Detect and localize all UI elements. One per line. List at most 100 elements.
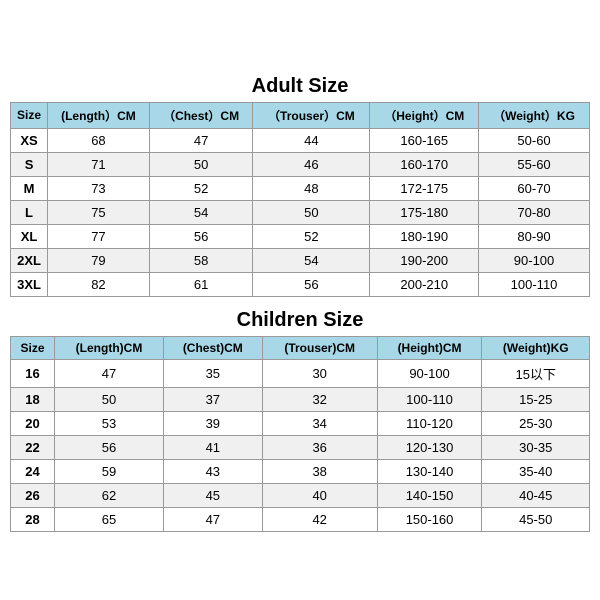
children-table-cell: 32 [262, 387, 377, 411]
children-header-cell: Size [11, 336, 55, 359]
children-table-cell: 34 [262, 411, 377, 435]
adult-table-header: Size(Length）CM（Chest）CM（Trouser）CM（Heigh… [11, 102, 590, 128]
children-table-row: 1647353090-10015以下 [11, 359, 590, 387]
children-table-cell: 62 [55, 483, 164, 507]
children-table-cell: 25-30 [482, 411, 590, 435]
children-table-cell: 35-40 [482, 459, 590, 483]
children-header-cell: (Trouser)CM [262, 336, 377, 359]
children-table-cell: 140-150 [377, 483, 482, 507]
children-table-cell: 24 [11, 459, 55, 483]
children-table-cell: 56 [55, 435, 164, 459]
children-table-cell: 47 [163, 507, 262, 531]
children-table-cell: 37 [163, 387, 262, 411]
adult-table-cell: 55-60 [479, 152, 590, 176]
children-table-cell: 45 [163, 483, 262, 507]
children-header-row: Size(Length)CM(Chest)CM(Trouser)CM(Heigh… [11, 336, 590, 359]
children-table-cell: 38 [262, 459, 377, 483]
adult-table-cell: 52 [149, 176, 253, 200]
adult-table-cell: 46 [253, 152, 370, 176]
children-table-cell: 42 [262, 507, 377, 531]
children-table-cell: 22 [11, 435, 55, 459]
children-table-cell: 30-35 [482, 435, 590, 459]
adult-table-cell: 48 [253, 176, 370, 200]
children-table-cell: 120-130 [377, 435, 482, 459]
children-table-cell: 45-50 [482, 507, 590, 531]
children-table-cell: 110-120 [377, 411, 482, 435]
adult-table-cell: 47 [149, 128, 253, 152]
children-table-cell: 15-25 [482, 387, 590, 411]
adult-table-cell: L [11, 200, 48, 224]
adult-table-cell: 90-100 [479, 248, 590, 272]
adult-table-cell: 160-165 [370, 128, 479, 152]
children-table-cell: 28 [11, 507, 55, 531]
adult-table-cell: 56 [149, 224, 253, 248]
children-header-cell: (Weight)KG [482, 336, 590, 359]
adult-table-cell: 44 [253, 128, 370, 152]
children-table-cell: 100-110 [377, 387, 482, 411]
children-table-row: 28654742150-16045-50 [11, 507, 590, 531]
children-table-cell: 20 [11, 411, 55, 435]
adult-header-cell: （Chest）CM [149, 102, 253, 128]
children-table-header: Size(Length)CM(Chest)CM(Trouser)CM(Heigh… [11, 336, 590, 359]
children-table-cell: 36 [262, 435, 377, 459]
adult-table-cell: 200-210 [370, 272, 479, 296]
children-table-cell: 41 [163, 435, 262, 459]
adult-table-cell: 180-190 [370, 224, 479, 248]
children-table-cell: 39 [163, 411, 262, 435]
adult-table-cell: 58 [149, 248, 253, 272]
children-table-row: 20533934110-12025-30 [11, 411, 590, 435]
adult-table-cell: 3XL [11, 272, 48, 296]
adult-table-cell: 56 [253, 272, 370, 296]
children-header-cell: (Length)CM [55, 336, 164, 359]
adult-table-cell: 172-175 [370, 176, 479, 200]
children-header-cell: (Chest)CM [163, 336, 262, 359]
children-size-title: Children Size [10, 303, 590, 336]
children-table-cell: 40 [262, 483, 377, 507]
adult-table-cell: 54 [149, 200, 253, 224]
adult-table-row: L755450175-18070-80 [11, 200, 590, 224]
adult-table-cell: 70-80 [479, 200, 590, 224]
adult-table-cell: 50 [149, 152, 253, 176]
children-table-cell: 59 [55, 459, 164, 483]
children-table-cell: 90-100 [377, 359, 482, 387]
children-table-cell: 65 [55, 507, 164, 531]
children-table-body: 1647353090-10015以下18503732100-11015-2520… [11, 359, 590, 531]
adult-header-cell: （Trouser）CM [253, 102, 370, 128]
adult-table-row: M735248172-17560-70 [11, 176, 590, 200]
adult-table-cell: 52 [253, 224, 370, 248]
children-table-cell: 18 [11, 387, 55, 411]
adult-table-cell: 79 [48, 248, 150, 272]
adult-header-row: Size(Length）CM（Chest）CM（Trouser）CM（Heigh… [11, 102, 590, 128]
adult-header-cell: （Weight）KG [479, 102, 590, 128]
adult-table-cell: 61 [149, 272, 253, 296]
adult-table-body: XS684744160-16550-60S715046160-17055-60M… [11, 128, 590, 296]
children-table-cell: 30 [262, 359, 377, 387]
children-table-cell: 15以下 [482, 359, 590, 387]
children-table-cell: 35 [163, 359, 262, 387]
adult-table-cell: S [11, 152, 48, 176]
adult-table-cell: 73 [48, 176, 150, 200]
adult-table-cell: 75 [48, 200, 150, 224]
adult-header-cell: (Length）CM [48, 102, 150, 128]
adult-table-cell: XL [11, 224, 48, 248]
adult-table-cell: M [11, 176, 48, 200]
children-table-cell: 53 [55, 411, 164, 435]
adult-size-title: Adult Size [10, 69, 590, 102]
children-table-cell: 26 [11, 483, 55, 507]
children-table-row: 22564136120-13030-35 [11, 435, 590, 459]
adult-table-cell: 80-90 [479, 224, 590, 248]
adult-size-table: Size(Length）CM（Chest）CM（Trouser）CM（Heigh… [10, 102, 590, 297]
adult-table-row: XS684744160-16550-60 [11, 128, 590, 152]
adult-table-cell: 100-110 [479, 272, 590, 296]
adult-table-row: XL775652180-19080-90 [11, 224, 590, 248]
children-table-cell: 130-140 [377, 459, 482, 483]
children-table-cell: 150-160 [377, 507, 482, 531]
adult-table-cell: 175-180 [370, 200, 479, 224]
children-table-cell: 40-45 [482, 483, 590, 507]
adult-table-cell: 50-60 [479, 128, 590, 152]
adult-table-cell: 54 [253, 248, 370, 272]
children-table-row: 26624540140-15040-45 [11, 483, 590, 507]
size-chart: Adult Size Size(Length）CM（Chest）CM（Trous… [10, 69, 590, 532]
adult-table-cell: 68 [48, 128, 150, 152]
adult-table-cell: 190-200 [370, 248, 479, 272]
